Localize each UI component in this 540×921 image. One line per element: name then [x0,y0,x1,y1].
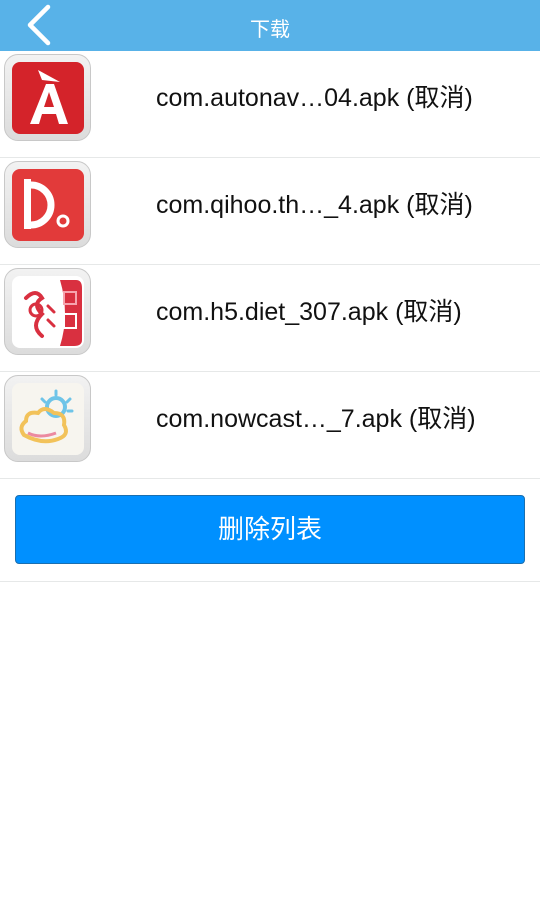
delete-list-button[interactable]: 删除列表 [15,495,525,564]
top-bar: 下载 [0,0,540,51]
weather-icon [4,375,91,462]
amap-icon [4,54,91,141]
download-item-label: com.h5.diet_307.apk (取消) [156,265,462,360]
download-item-label: com.qihoo.th…_4.apk (取消) [156,158,473,253]
download-item[interactable]: com.qihoo.th…_4.apk (取消) [0,158,540,265]
download-item-label: com.autonav…04.apk (取消) [156,51,473,146]
download-item-label: com.nowcast…_7.apk (取消) [156,372,476,467]
download-item[interactable]: com.autonav…04.apk (取消) [0,51,540,158]
download-item[interactable]: com.nowcast…_7.apk (取消) [0,372,540,479]
file-name: com.autonav…04.apk [156,84,400,112]
page-title: 下载 [250,17,290,41]
file-name: com.qihoo.th…_4.apk [156,191,400,219]
file-name: com.nowcast…_7.apk [156,405,402,433]
download-item[interactable]: com.h5.diet_307.apk (取消) [0,265,540,372]
cancel-link[interactable]: (取消) [395,298,462,326]
file-name: com.h5.diet_307.apk [156,298,389,326]
cancel-link[interactable]: (取消) [406,84,473,112]
download-list: com.autonav…04.apk (取消) com.qihoo.th…_4.… [0,51,540,479]
download-screen: 下载 com.autonav…04.apk (取消) com.qihoo.th…… [0,0,540,921]
qihoo-icon [4,161,91,248]
cancel-link[interactable]: (取消) [409,405,476,433]
action-bar: 删除列表 [0,479,540,582]
cancel-link[interactable]: (取消) [406,191,473,219]
diet-app-icon [4,268,91,355]
